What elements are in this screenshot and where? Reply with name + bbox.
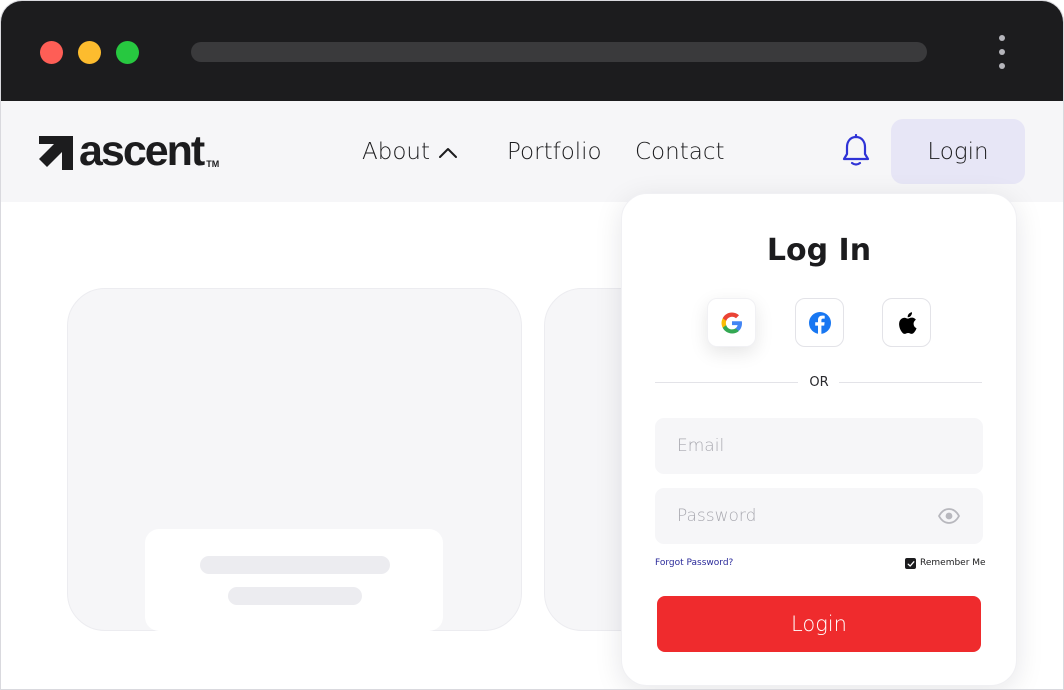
address-bar[interactable] bbox=[191, 42, 927, 62]
password-field[interactable] bbox=[677, 488, 937, 544]
facebook-icon bbox=[808, 311, 831, 334]
nav-item-about[interactable]: About bbox=[362, 137, 430, 167]
facebook-login-button[interactable] bbox=[795, 298, 844, 347]
password-field-container bbox=[655, 488, 983, 544]
google-login-button[interactable] bbox=[707, 298, 756, 347]
eye-icon[interactable] bbox=[938, 507, 960, 525]
bell-icon[interactable] bbox=[841, 134, 871, 168]
content-card-caption bbox=[145, 529, 443, 631]
remember-me-checkbox[interactable]: Remember Me bbox=[905, 557, 986, 570]
close-window-button[interactable] bbox=[40, 41, 63, 64]
brand-logo[interactable]: ascent TM bbox=[39, 127, 220, 175]
minimize-window-button[interactable] bbox=[78, 41, 101, 64]
apple-icon bbox=[898, 311, 916, 334]
divider-right bbox=[839, 382, 982, 383]
maximize-window-button[interactable] bbox=[116, 41, 139, 64]
divider-or-text: OR bbox=[809, 375, 829, 390]
skeleton-line bbox=[200, 556, 390, 574]
chevron-up-icon[interactable] bbox=[437, 142, 459, 162]
browser-title-bar bbox=[1, 1, 1063, 101]
kebab-menu-icon[interactable] bbox=[997, 35, 1007, 71]
google-icon bbox=[721, 312, 742, 333]
nav-item-contact[interactable]: Contact bbox=[635, 137, 724, 167]
checkbox-checked-icon[interactable] bbox=[905, 558, 916, 569]
header-login-button[interactable]: Login bbox=[891, 119, 1025, 184]
forgot-password-link[interactable]: Forgot Password? bbox=[655, 557, 733, 570]
email-field-container bbox=[655, 418, 983, 474]
apple-login-button[interactable] bbox=[882, 298, 931, 347]
brand-name: ascent bbox=[79, 127, 205, 175]
remember-me-label: Remember Me bbox=[920, 558, 986, 568]
nav-item-portfolio[interactable]: Portfolio bbox=[507, 137, 602, 167]
divider-left bbox=[655, 382, 798, 383]
browser-window: ascent TM About Portfolio Contact Login … bbox=[0, 0, 1064, 690]
brand-trademark: TM bbox=[206, 159, 220, 169]
login-title: Log In bbox=[766, 233, 872, 268]
email-field[interactable] bbox=[677, 418, 937, 474]
login-submit-button[interactable]: Login bbox=[657, 596, 981, 652]
arrow-up-right-icon bbox=[39, 136, 73, 170]
skeleton-line bbox=[228, 587, 362, 605]
